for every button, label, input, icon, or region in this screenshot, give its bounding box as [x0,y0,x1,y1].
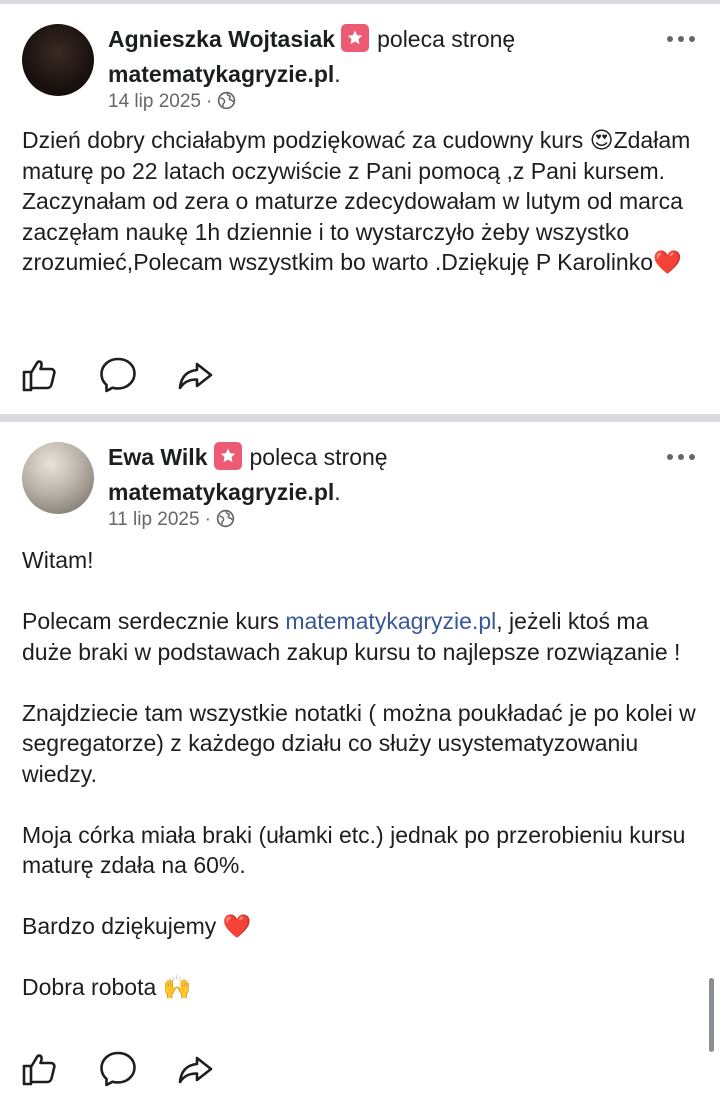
action-text: poleca stronę [377,26,516,52]
more-options-icon[interactable] [666,452,696,462]
post-paragraph: Polecam serdecznie kurs matematykagryzie… [22,606,702,667]
recommend-star-icon [213,442,242,470]
review-post: Ewa Wilk poleca stronę matematykagryzie.p… [0,422,720,1109]
post-paragraph: Dzień dobry chciałabym podziękować za cu… [22,127,691,275]
author-name[interactable]: Agnieszka Wojtasiak [108,26,335,52]
post-meta: 11 lip 2025 · [108,508,235,532]
author-name[interactable]: Ewa Wilk [108,444,208,470]
avatar[interactable] [22,442,94,514]
post-actions [20,355,230,395]
post-body: Witam! Polecam serdecznie kurs matematyk… [22,545,702,1003]
meta-separator: · [205,91,213,112]
post-header: Agnieszka Wojtasiak poleca stronę [108,24,515,53]
post-divider [0,414,720,422]
post-meta: 14 lip 2025 · [108,90,236,114]
page-link-line: matematykagryzie.pl. [108,479,341,505]
globe-icon [217,91,236,110]
post-greeting: Witam! [22,547,94,573]
inline-link[interactable]: matematykagryzie.pl [285,608,496,634]
page-link-line: matematykagryzie.pl. [108,61,341,87]
post-body: Dzień dobry chciałabym podziękować za cu… [22,125,702,278]
page-name-link[interactable]: matematykagryzie.pl [108,61,334,87]
globe-icon [216,509,235,528]
post-paragraph: Dobra robota 🙌 [22,974,192,1000]
post-paragraph: Moja córka miała braki (ułamki etc.) jed… [22,821,686,879]
post-header: Ewa Wilk poleca stronę [108,442,388,471]
avatar[interactable] [22,24,94,96]
thumbs-up-icon[interactable] [20,355,60,395]
post-date[interactable]: 14 lip 2025 [108,91,201,112]
post-paragraph: Znajdziecie tam wszystkie notatki ( możn… [22,699,696,787]
post-date[interactable]: 11 lip 2025 [108,509,200,530]
recommend-prefix: Polecam serdecznie kurs [22,608,286,634]
comment-bubble-icon[interactable] [98,355,138,395]
meta-separator: · [204,509,211,530]
share-arrow-icon[interactable] [176,355,216,395]
more-options-icon[interactable] [666,34,696,44]
action-text: poleca stronę [249,444,388,470]
comment-bubble-icon[interactable] [98,1049,138,1089]
scrollbar[interactable] [709,978,714,1052]
share-arrow-icon[interactable] [176,1049,216,1089]
recommend-star-icon [341,24,370,52]
thumbs-up-icon[interactable] [20,1049,60,1089]
post-actions [20,1049,230,1089]
page-name-link[interactable]: matematykagryzie.pl [108,479,334,505]
review-post: Agnieszka Wojtasiak poleca stronę matemat… [0,4,720,414]
post-paragraph: Bardzo dziękujemy ❤️ [22,913,252,939]
